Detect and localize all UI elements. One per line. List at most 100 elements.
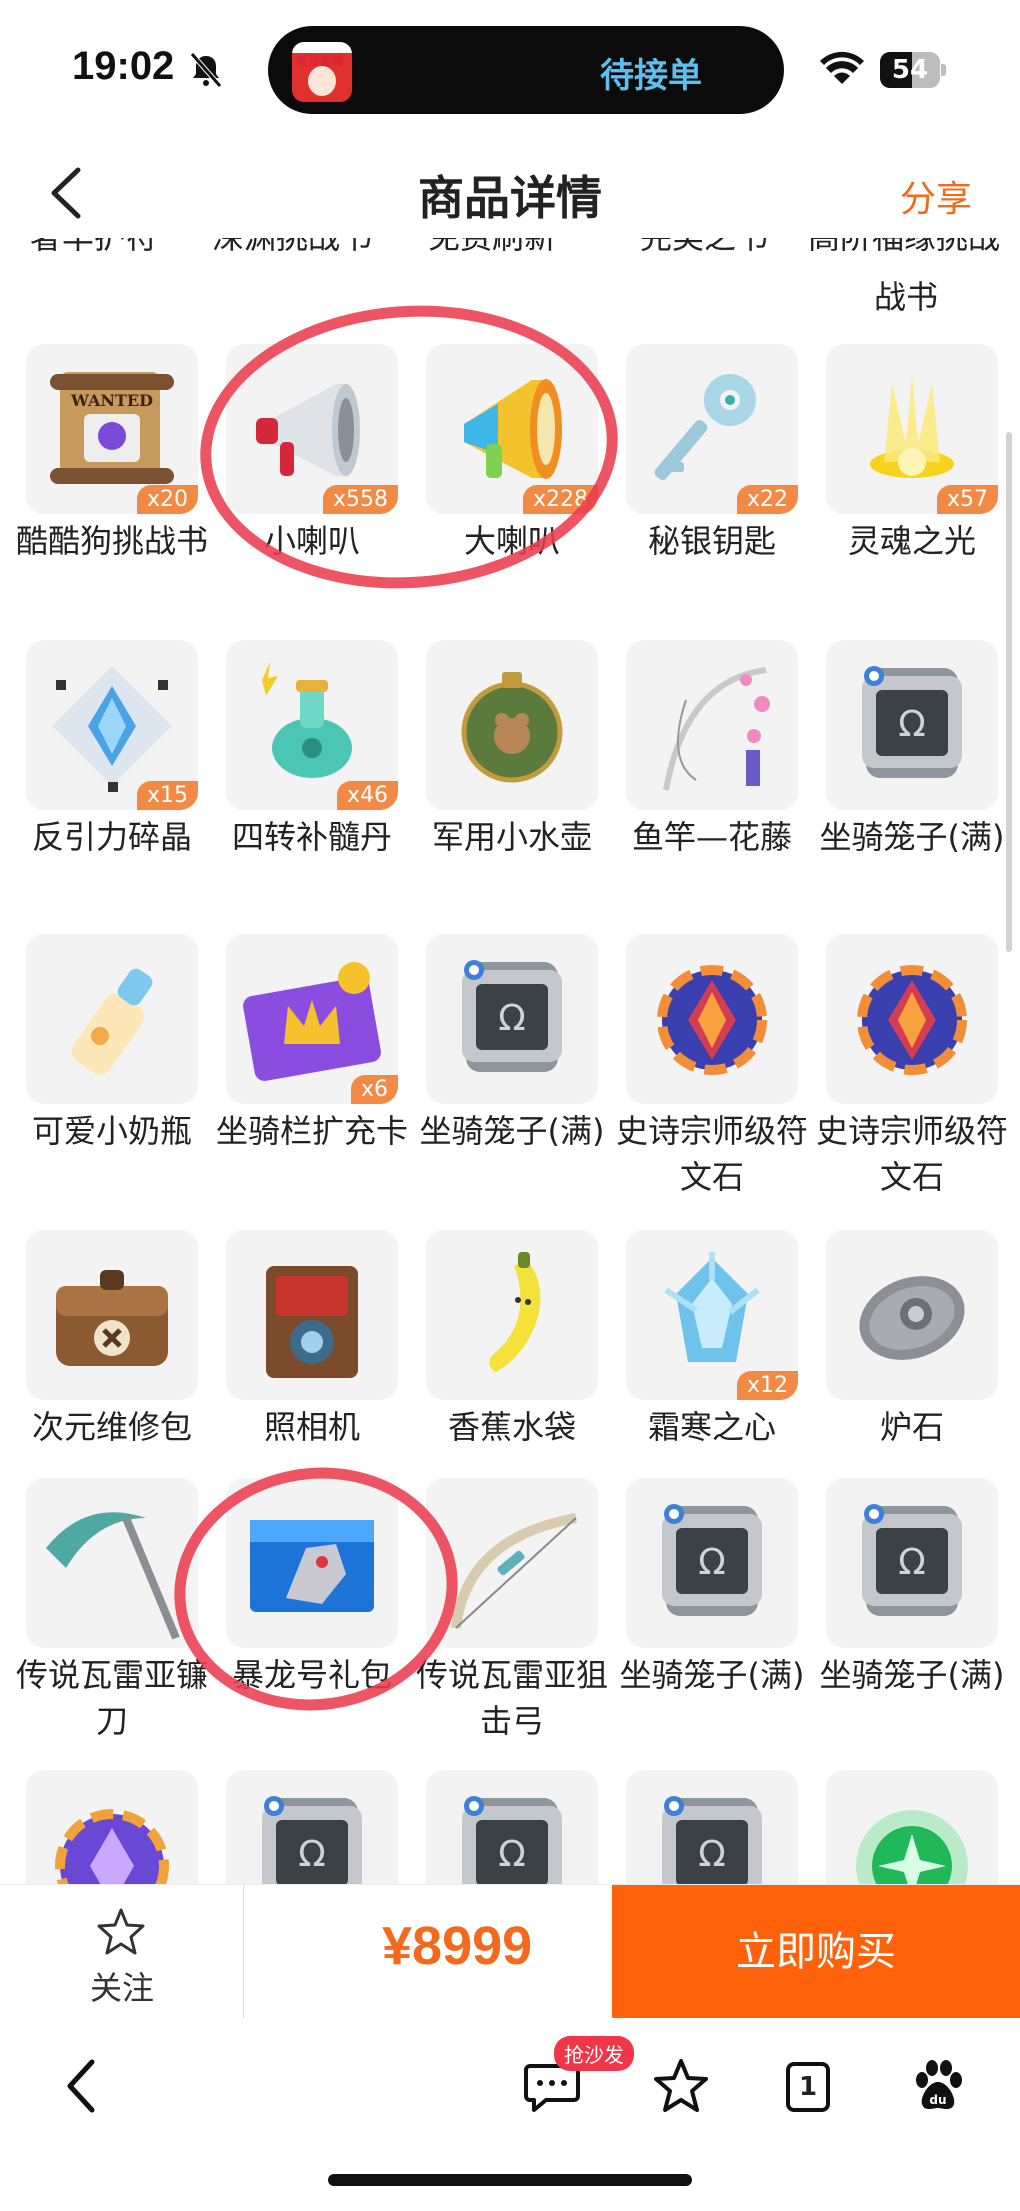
- item-tile[interactable]: Ω: [826, 1478, 998, 1648]
- item-name: 坐骑笼子(满): [819, 818, 1005, 856]
- item-tile[interactable]: x6: [226, 934, 398, 1104]
- svg-text:Ω: Ω: [898, 1542, 926, 1583]
- browser-back-icon[interactable]: [62, 2056, 102, 2116]
- favorite-star-icon[interactable]: [652, 2058, 710, 2114]
- svg-text:Ω: Ω: [698, 1542, 726, 1583]
- island-status-text: 待接单: [600, 56, 702, 96]
- item-tile[interactable]: x228: [426, 344, 598, 514]
- mount-cage-icon: Ω: [862, 1504, 962, 1616]
- item-tile[interactable]: Ω: [626, 1478, 798, 1648]
- svg-text:du: du: [929, 2093, 946, 2107]
- item-tile[interactable]: [26, 1230, 198, 1400]
- item-tile[interactable]: Ω: [626, 1770, 798, 1884]
- partial-name: 高阶福缘挑战: [808, 238, 1000, 258]
- item-tile[interactable]: [826, 934, 998, 1104]
- bow-icon: [451, 1513, 577, 1629]
- banana-icon: [489, 1252, 541, 1372]
- item-grid[interactable]: 奢华护符 深渊挑战书 免费刷新 完美之书 高阶福缘挑战 战书 WANTED x2…: [0, 232, 1020, 1884]
- item-name: 坐骑笼子(满): [819, 1656, 1005, 1694]
- item-tile[interactable]: Ω: [426, 1770, 598, 1884]
- item-name: 传说瓦雷亚狙击弓: [415, 1656, 608, 1740]
- item-tile[interactable]: [26, 934, 198, 1104]
- battery-level: 54: [891, 55, 929, 85]
- home-indicator[interactable]: [328, 2174, 692, 2186]
- bell-muted-icon: [190, 52, 222, 88]
- item-name: 小喇叭: [263, 522, 360, 560]
- item-quantity-badge: x12: [736, 1371, 798, 1400]
- follow-label: 关注: [89, 1969, 154, 2007]
- scrollbar[interactable]: [1006, 432, 1012, 952]
- item-tile[interactable]: Ω: [426, 934, 598, 1104]
- mount-cage-icon: Ω: [462, 1796, 562, 1884]
- camera-icon: [266, 1266, 358, 1378]
- item-quantity-badge: x15: [136, 781, 198, 810]
- item-tile[interactable]: WANTED x20: [26, 344, 198, 514]
- item-tile[interactable]: x12: [626, 1230, 798, 1400]
- item-name: 照相机: [263, 1408, 360, 1446]
- star-outline-icon: [97, 1908, 145, 1955]
- svg-text:Ω: Ω: [898, 704, 926, 745]
- item-tile[interactable]: [226, 1478, 398, 1648]
- partial-name-continued: 战书: [874, 278, 939, 316]
- item-tile[interactable]: x46: [226, 640, 398, 810]
- buy-now-button[interactable]: 立即购买: [612, 1885, 1020, 2019]
- partial-name: 完美之书: [640, 238, 768, 258]
- item-name: 坐骑笼子(满): [619, 1656, 805, 1694]
- app-icon: 老沙面馆: [292, 42, 352, 102]
- item-quantity-badge: x558: [322, 485, 398, 514]
- item-tile[interactable]: x558: [226, 344, 398, 514]
- item-tile[interactable]: [26, 1478, 198, 1648]
- price: ¥8999: [382, 1916, 533, 1976]
- item-name: 鱼竿—花藤: [631, 818, 792, 856]
- item-quantity-badge: x22: [736, 485, 798, 514]
- item-tile[interactable]: [426, 640, 598, 810]
- partial-name: 免费刷新: [428, 238, 556, 258]
- browser-toolbar: 抢沙发 1 du: [0, 2018, 1020, 2211]
- item-quantity-badge: x228: [522, 485, 598, 514]
- item-quantity-badge: x6: [350, 1075, 398, 1104]
- item-tile[interactable]: [26, 1770, 198, 1884]
- item-tile[interactable]: [426, 1230, 598, 1400]
- mount-cage-icon: Ω: [462, 960, 562, 1072]
- item-tile[interactable]: [426, 1478, 598, 1648]
- hearthstone-icon: [859, 1276, 965, 1360]
- item-name: 秘银钥匙: [647, 522, 776, 560]
- item-tile[interactable]: x57: [826, 344, 998, 514]
- svg-text:Ω: Ω: [298, 1834, 326, 1875]
- comment-badge: 抢沙发: [554, 2036, 634, 2071]
- item-tile[interactable]: [626, 934, 798, 1104]
- item-tile[interactable]: x22: [626, 344, 798, 514]
- item-name: 大喇叭: [463, 522, 560, 560]
- item-tile[interactable]: [626, 640, 798, 810]
- item-name: 次元维修包: [31, 1408, 192, 1446]
- baby-bottle-icon: [71, 968, 153, 1075]
- item-tile[interactable]: Ω: [826, 640, 998, 810]
- item-quantity-badge: x57: [936, 485, 998, 514]
- item-name: 可爱小奶瓶: [31, 1112, 192, 1150]
- green-orb-icon: [856, 1810, 968, 1884]
- mount-cage-icon: Ω: [862, 666, 962, 778]
- partial-row: 奢华护符 深渊挑战书 免费刷新 完美之书 高阶福缘挑战: [0, 238, 1020, 282]
- item-name: 霜寒之心: [647, 1408, 776, 1446]
- tabs-count-button[interactable]: 1: [786, 2062, 830, 2112]
- item-name: 酷酷狗挑战书: [15, 522, 208, 560]
- item-tile[interactable]: [826, 1230, 998, 1400]
- item-name: 四转补髓丹: [231, 818, 392, 856]
- item-tile[interactable]: [226, 1230, 398, 1400]
- item-name: 香蕉水袋: [447, 1408, 576, 1446]
- svg-text:Ω: Ω: [498, 1834, 526, 1875]
- follow-button[interactable]: 关注: [0, 1885, 244, 2019]
- item-tile[interactable]: x15: [26, 640, 198, 810]
- item-name: 传说瓦雷亚镰刀: [15, 1656, 208, 1740]
- item-name: 坐骑笼子(满): [419, 1112, 605, 1150]
- item-name: 史诗宗师级符文石: [615, 1112, 808, 1196]
- item-name: 灵魂之光: [847, 522, 976, 560]
- item-tile[interactable]: Ω: [226, 1770, 398, 1884]
- page-title: 商品详情: [418, 171, 602, 225]
- back-button[interactable]: [44, 166, 90, 220]
- purchase-bar: 关注 ¥8999 立即购买: [0, 1884, 1020, 2019]
- item-tile[interactable]: [826, 1770, 998, 1884]
- item-name: 炉石: [879, 1408, 944, 1446]
- share-button[interactable]: 分享: [900, 170, 972, 222]
- baidu-paw-icon[interactable]: du: [910, 2058, 966, 2114]
